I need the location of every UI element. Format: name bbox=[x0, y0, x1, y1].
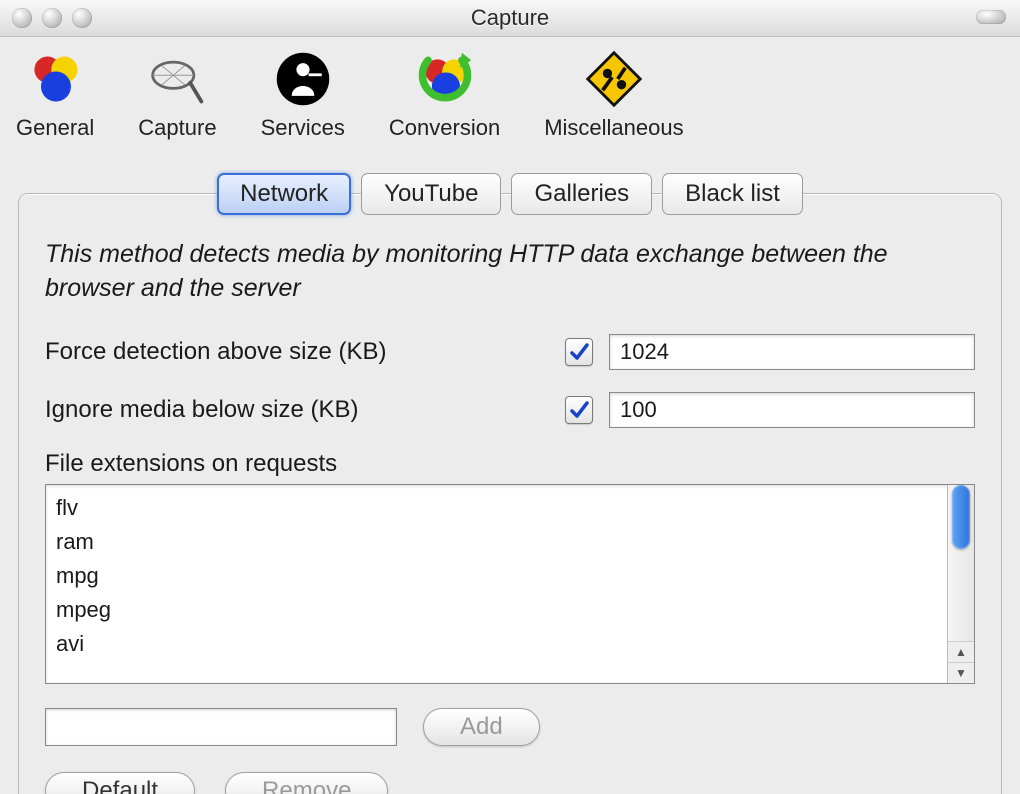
general-icon bbox=[23, 47, 87, 111]
scroll-up-icon[interactable]: ▲ bbox=[948, 641, 974, 662]
add-button[interactable]: Add bbox=[423, 708, 540, 746]
force-detection-label: Force detection above size (KB) bbox=[45, 338, 565, 366]
conversion-icon bbox=[413, 47, 477, 111]
tab-youtube[interactable]: YouTube bbox=[361, 173, 501, 215]
default-button[interactable]: Default bbox=[45, 772, 195, 794]
toolbar-toggle-icon[interactable] bbox=[976, 10, 1006, 24]
listbox-scrollbar[interactable]: ▲ ▼ bbox=[947, 485, 974, 683]
toolbar-item-conversion[interactable]: Conversion bbox=[389, 47, 500, 141]
tab-blacklist[interactable]: Black list bbox=[662, 173, 803, 215]
services-icon bbox=[271, 47, 335, 111]
settings-panel: This method detects media by monitoring … bbox=[18, 193, 1002, 794]
tab-galleries[interactable]: Galleries bbox=[511, 173, 652, 215]
list-item[interactable]: flv bbox=[56, 491, 937, 525]
ignore-media-row: Ignore media below size (KB) 100 bbox=[45, 392, 975, 428]
tab-bar: Network YouTube Galleries Black list bbox=[0, 173, 1020, 215]
list-item[interactable]: mpg bbox=[56, 559, 937, 593]
force-detection-checkbox[interactable] bbox=[565, 338, 593, 366]
force-detection-row: Force detection above size (KB) 1024 bbox=[45, 334, 975, 370]
tab-network[interactable]: Network bbox=[217, 173, 351, 215]
scroll-down-icon[interactable]: ▼ bbox=[948, 662, 974, 683]
zoom-window-icon[interactable] bbox=[72, 8, 92, 28]
extensions-label: File extensions on requests bbox=[45, 450, 975, 478]
add-extension-row: Add bbox=[45, 708, 975, 746]
toolbar-item-services[interactable]: Services bbox=[261, 47, 345, 141]
remove-button[interactable]: Remove bbox=[225, 772, 388, 794]
capture-icon bbox=[145, 47, 209, 111]
extensions-list-content: flv ram mpg mpeg avi bbox=[46, 485, 947, 683]
scrollbar-track[interactable] bbox=[948, 485, 974, 641]
list-item[interactable]: mpeg bbox=[56, 593, 937, 627]
close-window-icon[interactable] bbox=[12, 8, 32, 28]
force-detection-input[interactable]: 1024 bbox=[609, 334, 975, 370]
preferences-toolbar: General Capture Services bbox=[0, 37, 1020, 145]
toolbar-label: Capture bbox=[138, 115, 216, 141]
toolbar-label: Miscellaneous bbox=[544, 115, 683, 141]
ignore-media-checkbox[interactable] bbox=[565, 396, 593, 424]
scrollbar-thumb[interactable] bbox=[952, 485, 970, 549]
panel-description: This method detects media by monitoring … bbox=[45, 238, 975, 306]
miscellaneous-icon bbox=[582, 47, 646, 111]
toolbar-label: Services bbox=[261, 115, 345, 141]
list-item[interactable]: avi bbox=[56, 627, 937, 661]
toolbar-item-miscellaneous[interactable]: Miscellaneous bbox=[544, 47, 683, 141]
toolbar-label: Conversion bbox=[389, 115, 500, 141]
add-extension-input[interactable] bbox=[45, 708, 397, 746]
titlebar: Capture bbox=[0, 0, 1020, 37]
check-icon bbox=[569, 342, 589, 362]
minimize-window-icon[interactable] bbox=[42, 8, 62, 28]
check-icon bbox=[569, 400, 589, 420]
window-title: Capture bbox=[471, 5, 549, 31]
extensions-listbox[interactable]: flv ram mpg mpeg avi ▲ ▼ bbox=[45, 484, 975, 684]
toolbar-item-capture[interactable]: Capture bbox=[138, 47, 216, 141]
window-controls bbox=[12, 8, 92, 28]
toolbar-item-general[interactable]: General bbox=[16, 47, 94, 141]
ignore-media-label: Ignore media below size (KB) bbox=[45, 396, 565, 424]
toolbar-label: General bbox=[16, 115, 94, 141]
footer-buttons: Default Remove bbox=[45, 772, 975, 794]
list-item[interactable]: ram bbox=[56, 525, 937, 559]
ignore-media-input[interactable]: 100 bbox=[609, 392, 975, 428]
